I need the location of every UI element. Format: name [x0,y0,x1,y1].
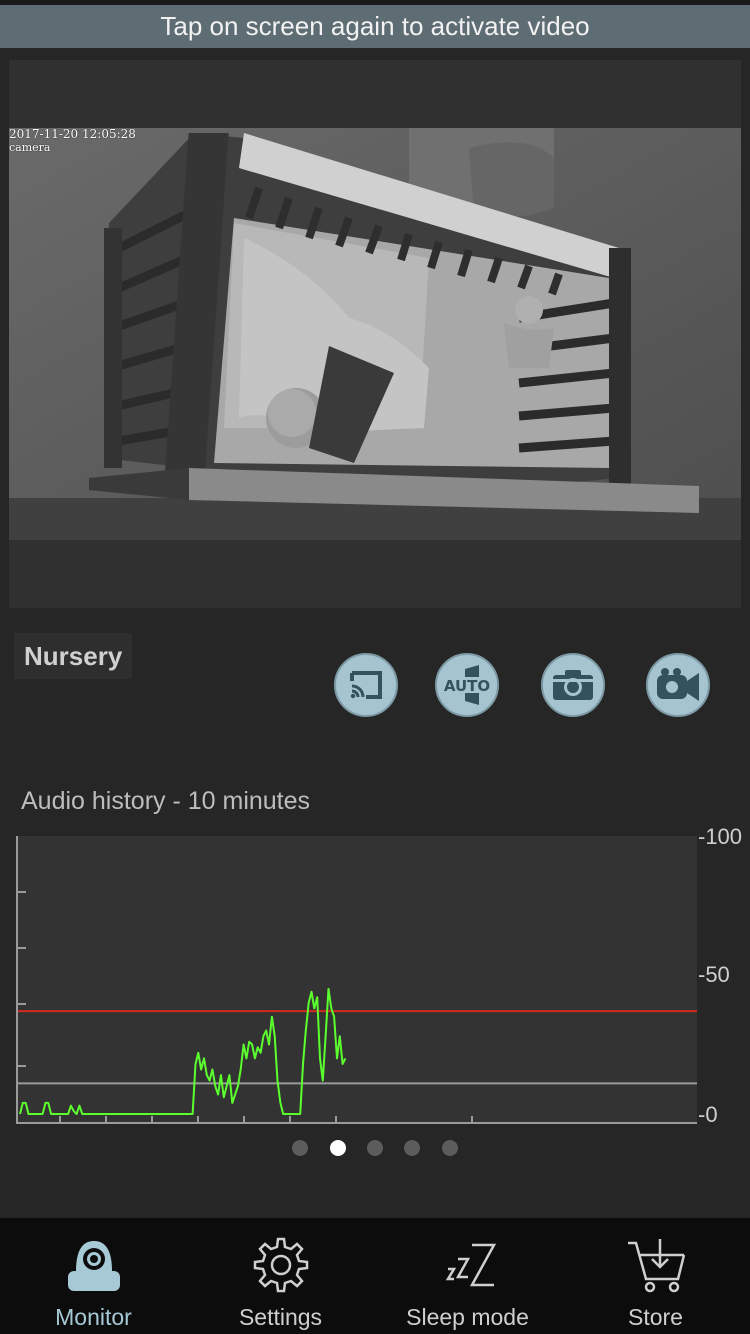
y-tick-50: -50 [698,962,730,987]
y-tick-0: -0 [698,1102,718,1127]
auto-volume-text: AUTO [444,677,490,695]
tab-sleep-mode-label: Sleep mode [406,1304,529,1330]
page-indicator[interactable] [0,1138,750,1158]
tab-settings[interactable]: Settings [187,1218,374,1334]
video-camera-label: camera [9,141,51,154]
tab-monitor[interactable]: Monitor [0,1218,187,1334]
auto-volume-icon: AUTO [444,665,490,705]
tab-store[interactable]: Store [562,1218,749,1334]
audio-chart-svg [16,836,697,1124]
tab-sleep-mode[interactable]: Sleep mode [374,1218,561,1334]
tab-bar: Monitor Settings Sleep mode Store [0,1217,750,1334]
page-dot-1[interactable] [292,1140,308,1156]
video-record-icon [657,668,699,701]
sleep-zzz-icon [445,1243,496,1287]
audio-history-chart[interactable] [16,836,697,1124]
cast-icon [350,671,382,699]
snapshot-button[interactable] [541,653,605,717]
page-dot-4[interactable] [404,1140,420,1156]
tab-store-label: Store [628,1304,683,1330]
tab-settings-label: Settings [238,1304,323,1330]
monitor-camera-icon [67,1241,120,1291]
shopping-cart-icon [627,1239,685,1293]
video-feed[interactable]: 2017-11-20 12:05:28 camera [9,128,741,540]
camera-name-label[interactable]: Nursery [14,633,133,679]
video-panel[interactable]: 2017-11-20 12:05:28 camera [9,60,741,608]
audio-series-line-1 [19,987,347,1115]
video-timestamp: 2017-11-20 12:05:28 [9,128,136,141]
auto-volume-button[interactable]: AUTO [435,653,499,717]
record-video-button[interactable] [646,653,710,717]
audio-history-title: Audio history - 10 minutes [21,787,311,815]
cast-button[interactable] [334,653,398,717]
y-tick-100: -100 [698,824,743,849]
tab-monitor-label: Monitor [55,1304,132,1330]
page-dot-3[interactable] [367,1140,383,1156]
camera-icon [553,670,593,700]
page-dot-2[interactable] [330,1140,346,1156]
activate-video-banner[interactable]: Tap on screen again to activate video [0,5,750,48]
page-dot-5[interactable] [442,1140,458,1156]
crib-camera-image [9,128,741,540]
gear-icon [253,1237,308,1293]
